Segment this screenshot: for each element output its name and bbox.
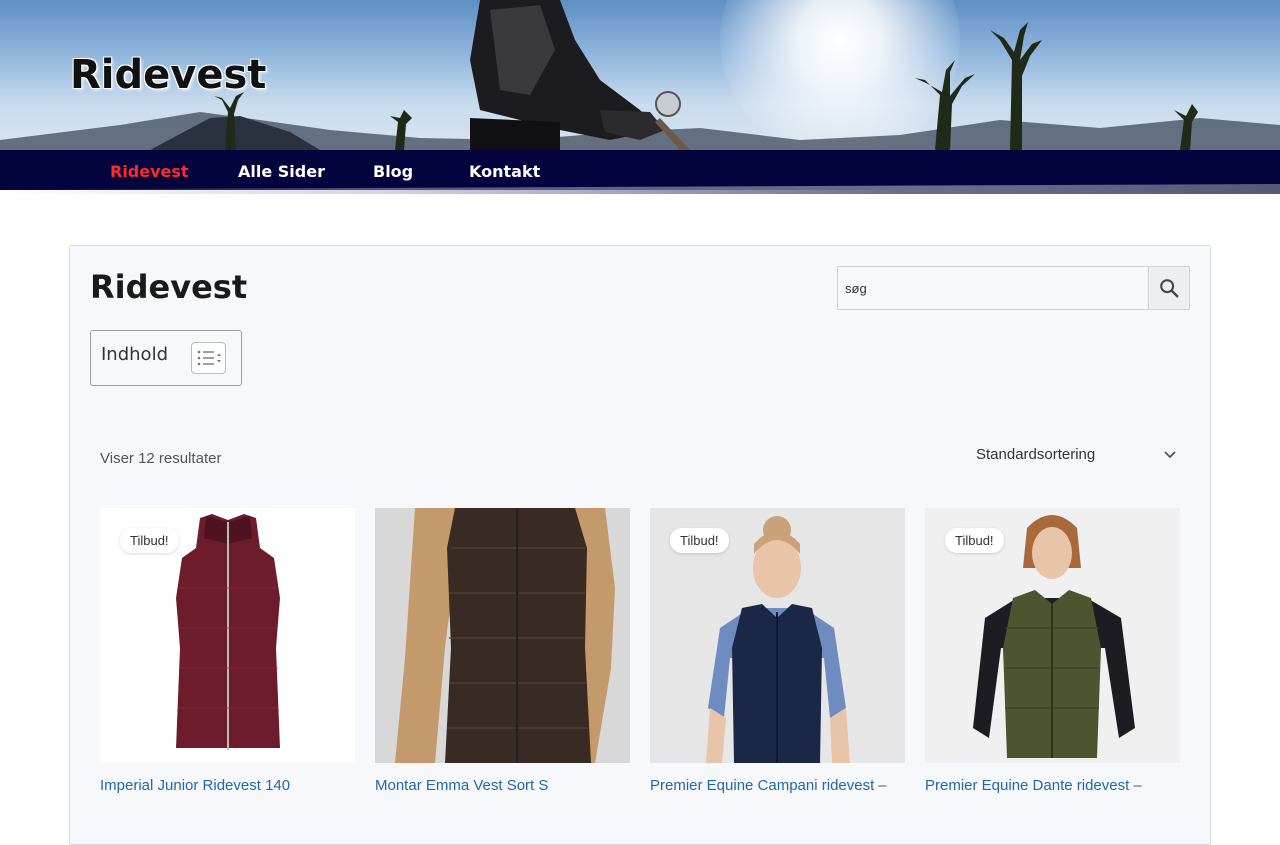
toc-toggle-button[interactable] — [191, 342, 226, 374]
product-name-link[interactable]: Montar Emma Vest Sort S — [375, 777, 635, 794]
sale-badge: Tilbud! — [945, 528, 1004, 553]
page-title: Ridevest — [90, 268, 248, 306]
search-icon — [1160, 279, 1179, 298]
nav-item-ridevest[interactable]: Ridevest — [110, 162, 189, 181]
table-of-contents: Indhold — [90, 330, 242, 386]
product-image[interactable]: Tilbud! — [650, 508, 905, 763]
product-card[interactable]: Montar Emma Vest Sort S — [375, 508, 630, 794]
search-form — [837, 266, 1190, 310]
chevron-down-icon — [1164, 451, 1176, 459]
search-button[interactable] — [1148, 267, 1189, 309]
product-name-link[interactable]: Premier Equine Campani ridevest – — [650, 777, 910, 794]
product-name-link[interactable]: Imperial Junior Ridevest 140 — [100, 777, 360, 794]
main-nav — [0, 150, 1280, 190]
nav-item-blog[interactable]: Blog — [373, 162, 413, 181]
product-card[interactable]: Tilbud! Premier Equine Campani ridevest … — [650, 508, 905, 794]
list-toggle-icon — [197, 350, 221, 366]
sort-selected-label: Standardsortering — [976, 445, 1096, 463]
site-title[interactable]: Ridevest — [70, 52, 266, 98]
sort-select[interactable]: Standardsortering — [966, 440, 1186, 468]
sale-badge: Tilbud! — [670, 528, 729, 553]
product-card[interactable]: Tilbud! Imperial Junior Ridevest 140 — [100, 508, 355, 794]
results-count: Viser 12 resultater — [100, 450, 222, 467]
product-card[interactable]: Tilbud! Premier Equine Dante ridevest – — [925, 508, 1180, 794]
product-image[interactable]: Tilbud! — [100, 508, 355, 763]
product-image[interactable] — [375, 508, 630, 763]
search-input[interactable] — [838, 267, 1148, 309]
nav-item-kontakt[interactable]: Kontakt — [469, 162, 540, 181]
toc-label: Indhold — [101, 344, 168, 365]
sale-badge: Tilbud! — [120, 528, 179, 553]
product-image-vest-brown — [395, 508, 615, 763]
header-banner: Ridevest — [0, 0, 1280, 150]
nav-item-alle-sider[interactable]: Alle Sider — [238, 162, 325, 181]
product-name-link[interactable]: Premier Equine Dante ridevest – — [925, 777, 1185, 794]
product-image[interactable]: Tilbud! — [925, 508, 1180, 763]
